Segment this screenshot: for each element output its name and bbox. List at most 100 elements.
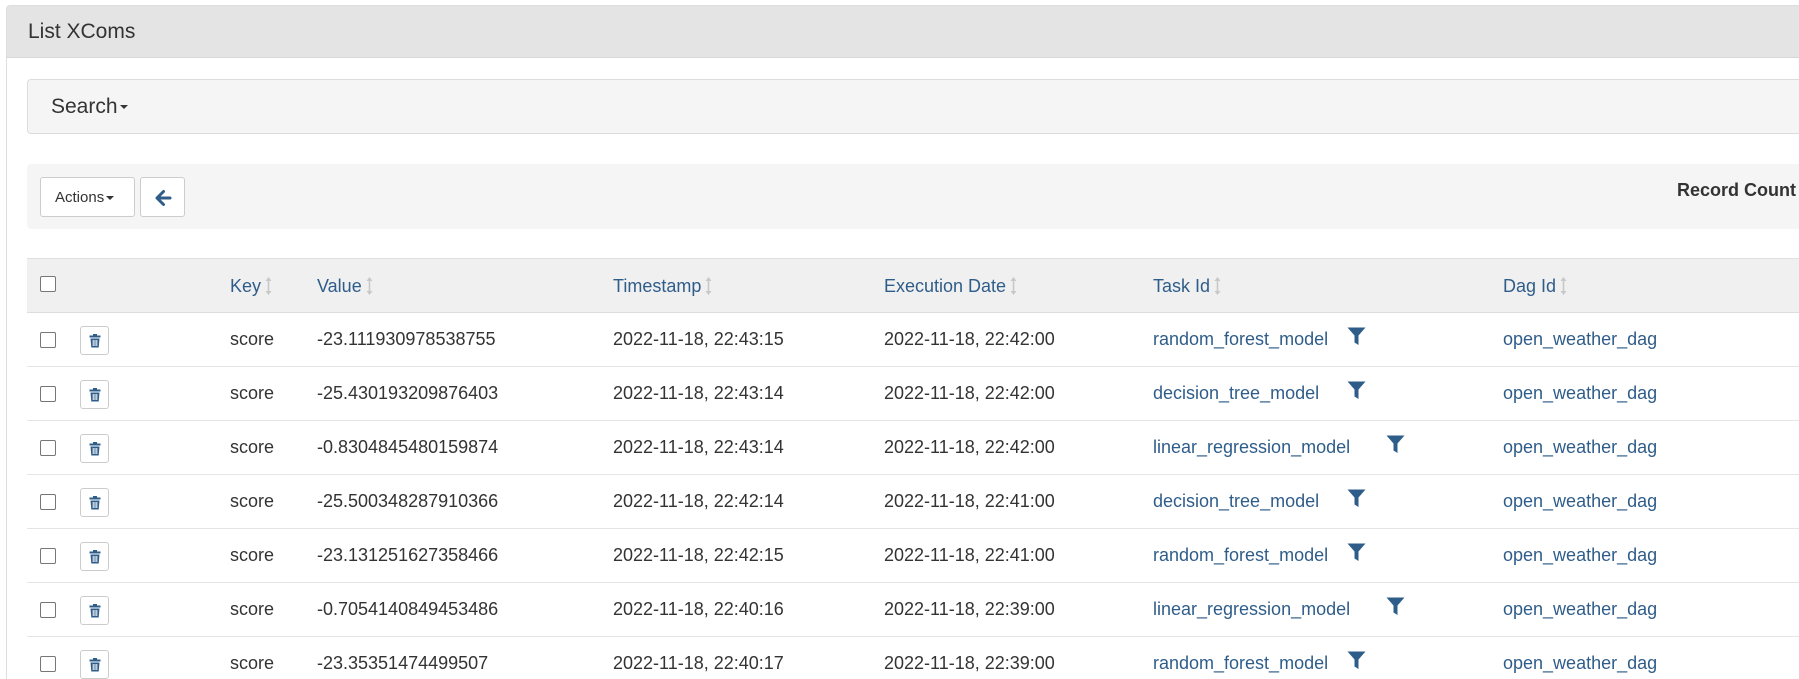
delete-record-button[interactable]	[80, 542, 109, 571]
cell-dag-id[interactable]: open_weather_dag	[1503, 383, 1657, 404]
cell-dag-id[interactable]: open_weather_dag	[1503, 491, 1657, 512]
cell-execution-date: 2022-11-18, 22:42:00	[884, 329, 1055, 349]
list-toolbar: Actions Record Count	[27, 164, 1799, 229]
delete-record-button[interactable]	[80, 434, 109, 463]
cell-timestamp: 2022-11-18, 22:42:14	[613, 491, 784, 511]
row-select-checkbox[interactable]	[40, 440, 56, 456]
actions-dropdown-button[interactable]: Actions	[40, 177, 135, 217]
table-row: score -0.8304845480159874 2022-11-18, 22:4…	[27, 421, 1799, 475]
row-select-checkbox[interactable]	[40, 656, 56, 672]
row-select-checkbox[interactable]	[40, 602, 56, 618]
cell-execution-date: 2022-11-18, 22:41:00	[884, 545, 1055, 565]
cell-key: score	[230, 545, 275, 565]
cell-key: score	[230, 383, 275, 403]
cell-dag-id[interactable]: open_weather_dag	[1503, 599, 1657, 620]
cell-task-id[interactable]: linear_regression_model	[1153, 437, 1350, 458]
column-header-value[interactable]: Value	[317, 276, 373, 297]
column-header-label: Key	[230, 276, 262, 296]
cell-value: -23.35351474499507	[317, 653, 489, 673]
page-title: List XComs	[28, 20, 136, 43]
cell-key: score	[230, 491, 275, 511]
trash-icon	[89, 550, 101, 564]
table-row: score -25.500348287910366 2022-11-18, 22:4…	[27, 475, 1799, 529]
filter-icon[interactable]	[1347, 651, 1366, 670]
table-row: score -23.111930978538755 2022-11-18, 22:4…	[27, 313, 1799, 367]
cell-dag-id[interactable]: open_weather_dag	[1503, 329, 1657, 350]
row-select-checkbox[interactable]	[40, 332, 56, 348]
sort-icon	[705, 277, 712, 296]
filter-icon[interactable]	[1347, 327, 1366, 346]
select-all-checkbox[interactable]	[40, 276, 56, 292]
column-header-dag-id[interactable]: Dag Id	[1503, 276, 1567, 297]
trash-icon	[89, 334, 101, 348]
table-row: score -23.35351474499507 2022-11-18, 22:40…	[27, 637, 1799, 679]
cell-timestamp: 2022-11-18, 22:42:15	[613, 545, 784, 565]
delete-record-button[interactable]	[80, 488, 109, 517]
cell-key: score	[230, 437, 275, 457]
search-label: Search	[51, 95, 118, 118]
column-header-label: Value	[317, 276, 362, 296]
panel-heading: List XComs	[7, 6, 1799, 58]
sort-icon	[265, 277, 272, 296]
filter-icon[interactable]	[1347, 381, 1366, 400]
cell-execution-date: 2022-11-18, 22:39:00	[884, 599, 1055, 619]
cell-timestamp: 2022-11-18, 22:43:14	[613, 383, 784, 403]
cell-value: -25.430193209876403	[317, 383, 499, 403]
cell-task-id[interactable]: decision_tree_model	[1153, 383, 1319, 404]
cell-timestamp: 2022-11-18, 22:40:16	[613, 599, 784, 619]
column-header-key[interactable]: Key	[230, 276, 272, 297]
cell-key: score	[230, 653, 275, 673]
filter-icon[interactable]	[1386, 435, 1405, 454]
delete-record-button[interactable]	[80, 596, 109, 625]
row-select-checkbox[interactable]	[40, 548, 56, 564]
cell-task-id[interactable]: decision_tree_model	[1153, 491, 1319, 512]
back-button[interactable]	[140, 177, 185, 217]
cell-execution-date: 2022-11-18, 22:39:00	[884, 653, 1055, 673]
trash-icon	[89, 442, 101, 456]
cell-value: -25.500348287910366	[317, 491, 499, 511]
trash-icon	[89, 388, 101, 402]
table-row: score -0.7054140849453486 2022-11-18, 22:4…	[27, 583, 1799, 637]
cell-timestamp: 2022-11-18, 22:43:14	[613, 437, 784, 457]
cell-key: score	[230, 329, 275, 349]
sort-icon	[1010, 277, 1017, 296]
cell-execution-date: 2022-11-18, 22:42:00	[884, 437, 1055, 457]
cell-dag-id[interactable]: open_weather_dag	[1503, 653, 1657, 674]
delete-record-button[interactable]	[80, 380, 109, 409]
cell-task-id[interactable]: random_forest_model	[1153, 545, 1328, 566]
cell-dag-id[interactable]: open_weather_dag	[1503, 437, 1657, 458]
delete-record-button[interactable]	[80, 326, 109, 355]
filter-icon[interactable]	[1347, 489, 1366, 508]
cell-execution-date: 2022-11-18, 22:41:00	[884, 491, 1055, 511]
cell-execution-date: 2022-11-18, 22:42:00	[884, 383, 1055, 403]
filter-icon[interactable]	[1347, 543, 1366, 562]
column-header-timestamp[interactable]: Timestamp	[613, 276, 712, 297]
trash-icon	[89, 658, 101, 672]
cell-timestamp: 2022-11-18, 22:40:17	[613, 653, 784, 673]
row-select-checkbox[interactable]	[40, 386, 56, 402]
xcom-table: Key Value Timestamp Execution Date Task Id Da…	[27, 258, 1799, 679]
filter-icon[interactable]	[1386, 597, 1405, 616]
row-select-checkbox[interactable]	[40, 494, 56, 510]
trash-icon	[89, 496, 101, 510]
column-header-task-id[interactable]: Task Id	[1153, 276, 1221, 297]
table-row: score -23.131251627358466 2022-11-18, 22:4…	[27, 529, 1799, 583]
actions-label: Actions	[55, 189, 105, 206]
delete-record-button[interactable]	[80, 650, 109, 679]
cell-task-id[interactable]: random_forest_model	[1153, 653, 1328, 674]
cell-value: -23.131251627358466	[317, 545, 499, 565]
cell-task-id[interactable]: linear_regression_model	[1153, 599, 1350, 620]
caret-down-icon	[106, 196, 115, 201]
column-header-execution-date[interactable]: Execution Date	[884, 276, 1017, 297]
cell-dag-id[interactable]: open_weather_dag	[1503, 545, 1657, 566]
cell-value: -0.7054140849453486	[317, 599, 499, 619]
column-header-label: Task Id	[1153, 276, 1211, 296]
caret-down-icon	[119, 105, 128, 110]
search-toggle[interactable]: Search	[51, 95, 128, 119]
trash-icon	[89, 604, 101, 618]
column-header-label: Dag Id	[1503, 276, 1557, 296]
column-header-label: Execution Date	[884, 276, 1007, 296]
cell-task-id[interactable]: random_forest_model	[1153, 329, 1328, 350]
sort-icon	[1214, 277, 1221, 296]
cell-key: score	[230, 599, 275, 619]
